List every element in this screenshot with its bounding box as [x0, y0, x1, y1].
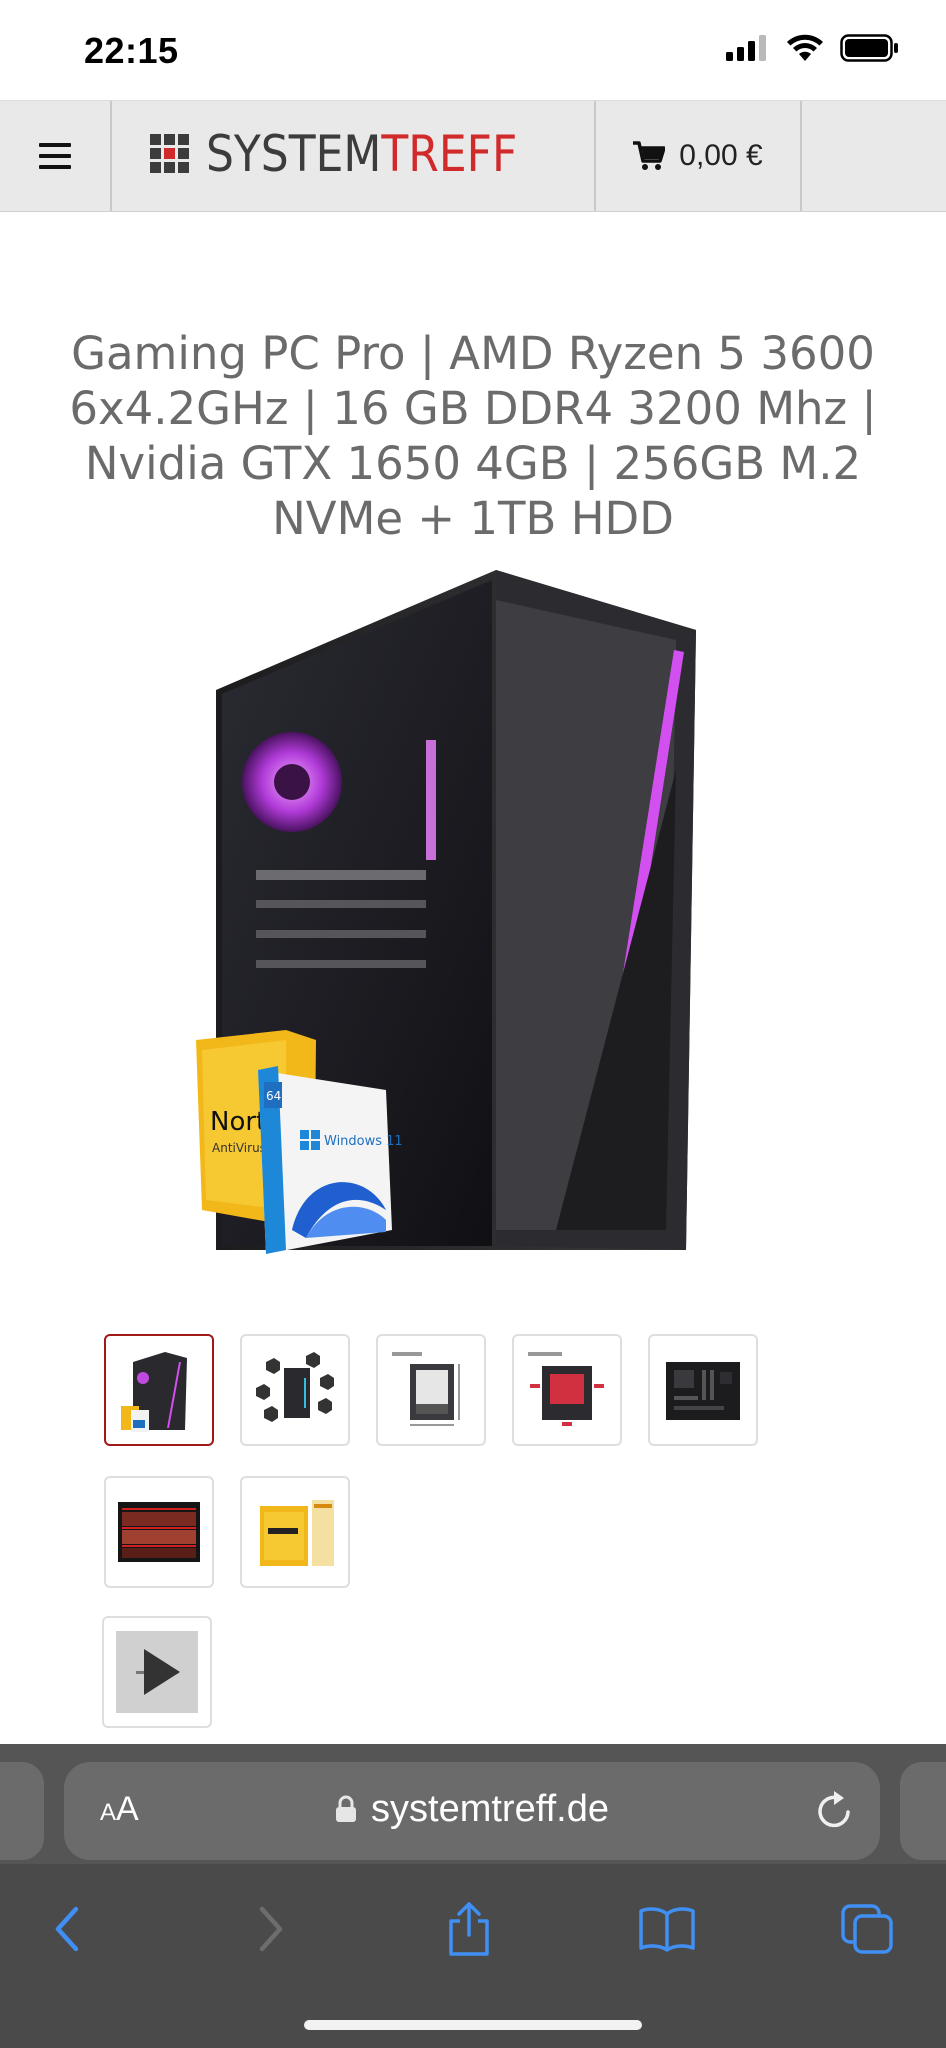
status-time: 22:15 — [84, 30, 179, 71]
reload-button[interactable] — [814, 1788, 854, 1837]
motherboard-thumbnail-image — [666, 1362, 740, 1420]
cart-total: 0,00 € — [679, 139, 763, 172]
product-main-image[interactable]: Norton AntiVirus 64 Windows 11 — [196, 570, 706, 1254]
antivirus-box-text: AntiVirus — [212, 1141, 266, 1155]
url-display[interactable]: systemtreff.de — [64, 1788, 880, 1831]
forward-button[interactable] — [226, 1884, 316, 1974]
pc-components-thumbnail-image — [256, 1352, 334, 1422]
tabs-button[interactable] — [822, 1884, 912, 1974]
logo-text: SYSTEMTREFF — [206, 129, 517, 179]
product-title: Gaming PC Pro | AMD Ryzen 5 3600 6x4.2GH… — [69, 327, 877, 545]
url-text: systemtreff.de — [371, 1788, 609, 1830]
shopping-cart-icon — [633, 141, 666, 170]
lock-icon — [336, 1795, 357, 1822]
wifi-icon — [787, 34, 823, 61]
share-button[interactable] — [424, 1884, 514, 1974]
hamburger-menu-icon — [39, 143, 71, 169]
windows-box-text: Windows 11 — [324, 1134, 403, 1149]
status-icons — [726, 34, 900, 62]
cooling-thumbnail-image — [528, 1352, 604, 1426]
game-screens-thumbnail-image — [118, 1502, 200, 1562]
home-indicator — [304, 2020, 642, 2030]
video-play-icon — [116, 1631, 198, 1713]
browser-toolbar — [0, 1884, 946, 1984]
previous-tab-pill[interactable] — [0, 1762, 44, 1860]
pc-front-thumbnail-image — [121, 1352, 187, 1432]
thumbnail-cooling[interactable] — [512, 1334, 622, 1446]
next-tab-pill[interactable] — [900, 1762, 946, 1860]
thumbnail-pc-components[interactable] — [240, 1334, 350, 1446]
header-divider — [110, 101, 112, 211]
header-divider — [800, 101, 802, 211]
systemtreff-logo[interactable]: SYSTEMTREFF — [150, 129, 560, 179]
open-book-icon — [639, 1907, 695, 1952]
thumbnail-norton-box[interactable] — [240, 1476, 350, 1588]
case-dimensions-thumbnail-image — [392, 1352, 460, 1426]
chevron-left-icon — [55, 1906, 79, 1952]
norton-box-thumbnail-image — [260, 1500, 334, 1566]
hamburger-menu-button[interactable] — [0, 101, 110, 211]
chevron-right-icon — [259, 1906, 283, 1952]
browser-chrome: AA systemtreff.de — [0, 1744, 946, 2048]
status-bar: 22:15 — [0, 0, 946, 100]
tabs-icon — [841, 1904, 893, 1954]
thumbnail-motherboard[interactable] — [648, 1334, 758, 1446]
address-bar[interactable]: AA systemtreff.de — [64, 1762, 880, 1860]
thumbnail-game-screens[interactable] — [104, 1476, 214, 1588]
thumbnail-pc-front[interactable] — [104, 1334, 214, 1446]
thumbnail-case-dimensions[interactable] — [376, 1334, 486, 1446]
back-button[interactable] — [22, 1884, 112, 1974]
reload-icon — [818, 1791, 850, 1828]
logo-text-treff: TREFF — [381, 125, 518, 183]
logo-mark-icon — [150, 134, 189, 173]
thumbnail-video[interactable] — [102, 1616, 212, 1728]
bit-label: 64 — [266, 1089, 281, 1103]
cart-button[interactable]: 0,00 € — [596, 101, 800, 211]
logo-text-system: SYSTEM — [206, 125, 382, 183]
gaming-pc-image: Norton AntiVirus 64 Windows 11 — [196, 570, 696, 1254]
site-header: SYSTEMTREFF 0,00 € — [0, 100, 946, 212]
battery-icon — [840, 34, 898, 62]
bookmarks-button[interactable] — [622, 1884, 712, 1974]
share-icon — [449, 1902, 489, 1956]
cellular-signal-icon — [726, 35, 766, 61]
